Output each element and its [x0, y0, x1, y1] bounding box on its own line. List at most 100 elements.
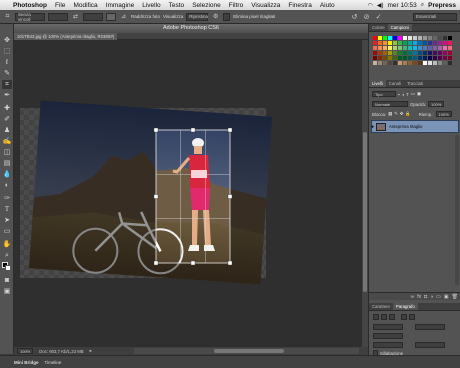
color-swatch[interactable]	[408, 36, 412, 40]
menu-aiuto[interactable]: Aiuto	[316, 2, 339, 9]
swatches-grid[interactable]	[373, 36, 457, 66]
color-swatch[interactable]	[393, 51, 397, 55]
horizontal-scrollbar[interactable]	[134, 348, 359, 354]
filter-shape-icon[interactable]: ▭	[411, 91, 415, 97]
color-swatch[interactable]	[413, 61, 417, 65]
crop-tool-icon[interactable]: ⌗	[3, 12, 12, 21]
commit-check-icon[interactable]: ✓	[374, 12, 383, 21]
menu-livello[interactable]: Livello	[138, 2, 164, 9]
fill-input[interactable]: 100%	[435, 111, 452, 117]
color-swatch[interactable]	[398, 36, 402, 40]
menu-visualizza[interactable]: Visualizza	[247, 2, 284, 9]
screen-mode-icon[interactable]: ▣	[2, 287, 12, 296]
color-swatch[interactable]	[373, 41, 377, 45]
quick-mask-icon[interactable]: ◙	[2, 276, 12, 285]
hyphenation-label[interactable]: Sillabazione	[380, 351, 403, 356]
color-swatch[interactable]	[443, 56, 447, 60]
indent-left-input[interactable]	[373, 324, 403, 330]
space-after-input[interactable]	[415, 342, 445, 348]
doc-size-info[interactable]: Doc: 903,7 Kb/1,23 MB	[39, 349, 83, 354]
marquee-tool-icon[interactable]: ⬚	[2, 47, 12, 56]
tab-timeline[interactable]: Timeline	[45, 360, 62, 365]
color-swatch[interactable]	[383, 61, 387, 65]
color-swatch[interactable]	[423, 41, 427, 45]
color-swatch[interactable]	[398, 46, 402, 50]
color-swatch[interactable]	[378, 41, 382, 45]
color-swatch[interactable]	[413, 46, 417, 50]
status-arrow-icon[interactable]: ▸	[90, 348, 92, 354]
color-swatch[interactable]	[423, 56, 427, 60]
eye-icon[interactable]: ●	[371, 124, 375, 130]
color-swatch[interactable]	[413, 41, 417, 45]
link-layers-icon[interactable]: ∞	[411, 294, 415, 300]
color-swatch[interactable]	[393, 41, 397, 45]
color-swatch[interactable]	[408, 46, 412, 50]
ratio-width-input[interactable]	[48, 12, 68, 21]
color-swatch[interactable]	[423, 36, 427, 40]
tab-paragrafo[interactable]: Paragrafo	[392, 303, 418, 310]
new-layer-icon[interactable]: ▣	[444, 294, 449, 300]
color-swatch[interactable]	[383, 46, 387, 50]
workspace-select[interactable]: Essenziali	[413, 12, 457, 21]
tab-carattere[interactable]: Carattere	[369, 303, 393, 310]
reset-icon[interactable]: ↺	[350, 12, 359, 21]
color-swatch[interactable]	[408, 56, 412, 60]
color-swatch[interactable]	[418, 51, 422, 55]
crop-preview[interactable]	[14, 40, 368, 347]
color-swatch[interactable]	[438, 51, 442, 55]
menu-finestra[interactable]: Finestra	[284, 2, 315, 9]
color-swatch[interactable]	[443, 51, 447, 55]
color-swatch[interactable]	[443, 36, 447, 40]
gradient-tool-icon[interactable]: ▤	[2, 159, 12, 168]
color-swatch[interactable]	[433, 56, 437, 60]
swap-icon[interactable]: ⇄	[71, 12, 80, 21]
background-color-swatch[interactable]	[5, 265, 11, 271]
filter-type-icon[interactable]: T	[406, 92, 409, 97]
tab-tracciati[interactable]: Tracciati	[404, 80, 426, 87]
filter-pixel-icon[interactable]: ▪	[398, 92, 400, 97]
cancel-icon[interactable]: ⊘	[362, 12, 371, 21]
color-swatch[interactable]	[393, 46, 397, 50]
color-swatch[interactable]	[408, 41, 412, 45]
lock-paint-icon[interactable]: ✎	[394, 111, 398, 117]
path-select-tool-icon[interactable]: ➤	[2, 216, 12, 225]
color-swatch[interactable]	[403, 56, 407, 60]
color-swatch[interactable]	[418, 36, 422, 40]
color-swatch[interactable]	[423, 51, 427, 55]
lock-move-icon[interactable]: ✥	[400, 111, 404, 117]
delete-pixels-label[interactable]: Elimina pixel ritagliati	[233, 14, 275, 19]
trash-icon[interactable]: 🗑	[452, 294, 458, 300]
hyphenation-checkbox[interactable]	[373, 350, 378, 356]
color-swatch[interactable]	[383, 36, 387, 40]
tab-mini-bridge[interactable]: Mini Bridge	[14, 360, 39, 365]
zoom-tool-icon[interactable]: ⌕	[2, 251, 12, 260]
overlay-select[interactable]: Ripristina	[186, 12, 209, 21]
indent-right-input[interactable]	[415, 324, 445, 330]
layer-filter-select[interactable]: Tipo	[372, 91, 396, 97]
shape-tool-icon[interactable]: ▭	[2, 227, 12, 236]
view-label[interactable]: Visualizza	[163, 14, 183, 19]
tab-livelli[interactable]: Livelli	[369, 80, 386, 87]
lasso-tool-icon[interactable]: ℓ	[2, 58, 12, 67]
wifi-icon[interactable]: ◠	[368, 2, 373, 9]
align-center-button[interactable]	[381, 314, 387, 320]
spotlight-icon[interactable]: ⌕	[421, 2, 424, 9]
color-swatch[interactable]	[438, 46, 442, 50]
color-swatch[interactable]	[418, 61, 422, 65]
layer-name[interactable]: Anteprima ritaglio	[389, 124, 422, 129]
color-swatch[interactable]	[438, 36, 442, 40]
blur-tool-icon[interactable]: 💧	[2, 170, 12, 179]
color-swatch[interactable]	[428, 61, 432, 65]
color-swatch[interactable]	[428, 46, 432, 50]
color-swatch[interactable]	[403, 46, 407, 50]
lock-pixels-icon[interactable]: ▦	[388, 111, 392, 117]
color-swatch[interactable]	[383, 56, 387, 60]
history-brush-icon[interactable]: ✍	[2, 137, 12, 146]
color-swatch[interactable]	[448, 46, 452, 50]
color-swatch[interactable]	[438, 61, 442, 65]
brush-tool-icon[interactable]: ✐	[2, 115, 12, 124]
indent-first-input[interactable]	[373, 333, 403, 339]
color-swatch[interactable]	[448, 61, 452, 65]
tab-colore[interactable]: Colore	[369, 24, 388, 31]
color-swatch[interactable]	[373, 56, 377, 60]
